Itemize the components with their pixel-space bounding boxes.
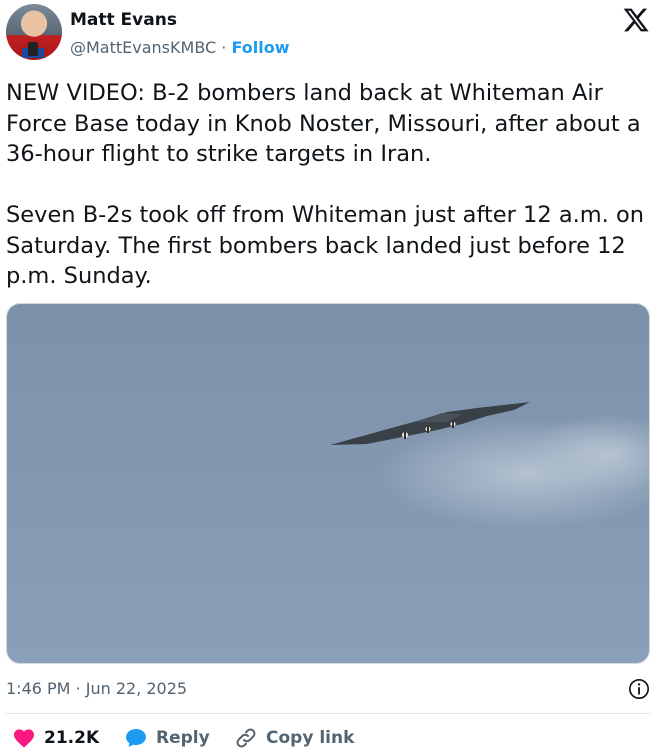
- copy-link-label: Copy link: [266, 728, 355, 748]
- heart-icon: [14, 729, 34, 748]
- copy-link-button[interactable]: Copy link: [234, 726, 354, 750]
- video-frame: [7, 304, 649, 663]
- info-icon[interactable]: [628, 678, 650, 700]
- follow-button[interactable]: Follow: [231, 38, 289, 57]
- tweet-header: Matt Evans @MattEvansKMBC · Follow: [6, 4, 654, 62]
- like-count: 21.2K: [44, 728, 100, 748]
- separator-dot: ·: [221, 38, 227, 57]
- link-icon: [236, 728, 256, 748]
- author-handle-row: @MattEvansKMBC · Follow: [70, 38, 289, 57]
- reply-button[interactable]: Reply: [124, 726, 210, 750]
- like-button[interactable]: 21.2K: [12, 726, 99, 750]
- divider: [6, 713, 650, 714]
- author-handle[interactable]: @MattEvansKMBC: [70, 38, 216, 57]
- video-player[interactable]: [6, 303, 650, 664]
- x-logo-icon[interactable]: [622, 6, 650, 34]
- microphone: [28, 42, 38, 56]
- tweet-text: NEW VIDEO: B-2 bombers land back at Whit…: [6, 80, 645, 289]
- tweet-timestamp[interactable]: 1:46 PM · Jun 22, 2025: [6, 679, 187, 698]
- reply-label: Reply: [156, 728, 210, 748]
- avatar[interactable]: [6, 4, 62, 60]
- tweet-actions: 21.2K Reply Copy link: [6, 724, 650, 754]
- author-name[interactable]: Matt Evans: [70, 10, 177, 30]
- reply-bubble-icon: [126, 729, 146, 747]
